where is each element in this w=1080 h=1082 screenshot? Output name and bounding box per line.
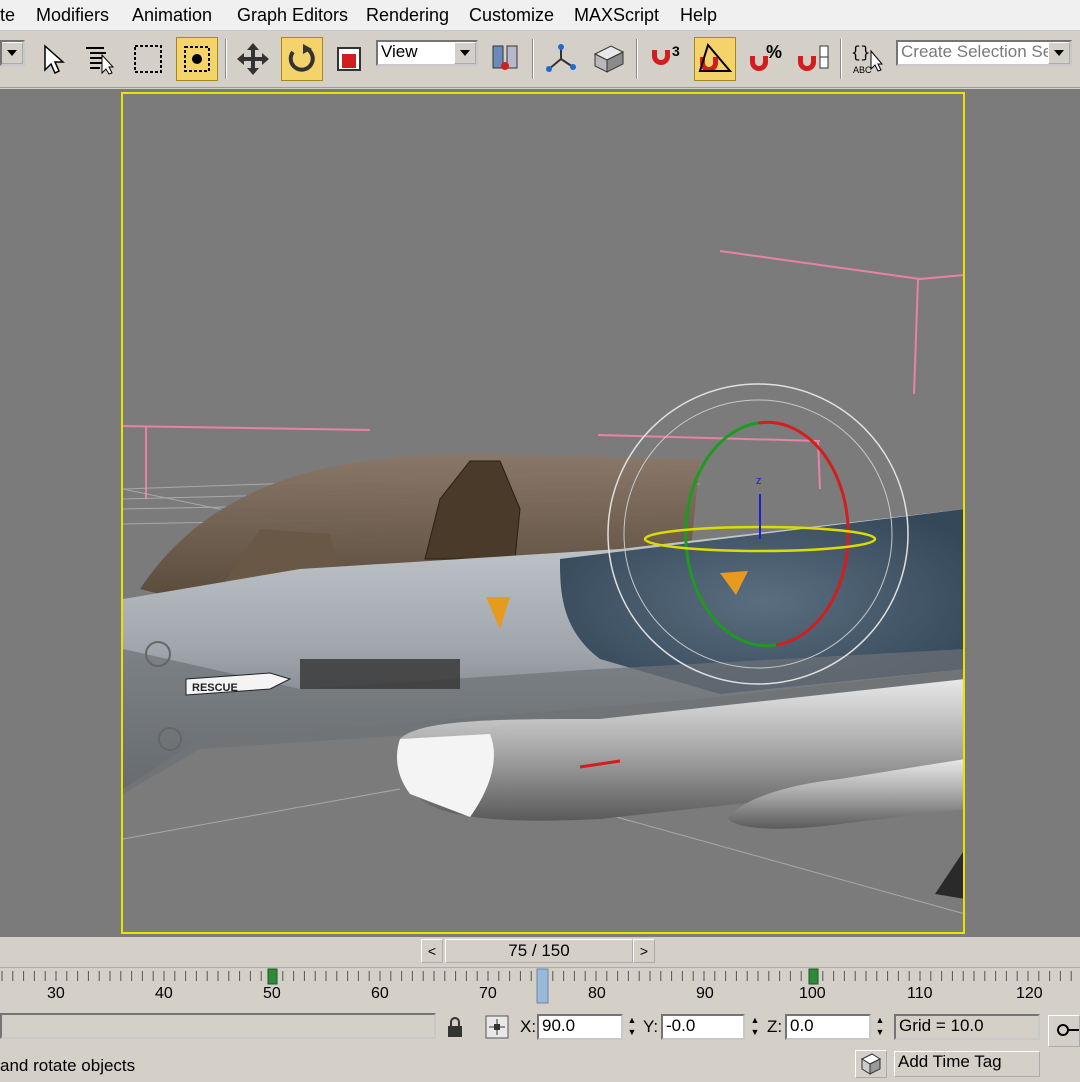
chevron-down-icon: [1048, 42, 1070, 64]
reference-coordinate-value: View: [381, 42, 418, 61]
menu-maxscript[interactable]: MAXScript: [574, 5, 659, 26]
named-selection-set-dropdown[interactable]: Create Selection Set: [896, 40, 1072, 66]
active-viewport-border: [121, 92, 965, 934]
z-coordinate-label: Z:: [767, 1017, 783, 1036]
svg-text:{}: {}: [851, 44, 870, 62]
move-icon[interactable]: [232, 37, 274, 81]
grid-size-display: Grid = 10.0: [894, 1014, 1040, 1040]
keyboard-shortcut-icon[interactable]: [588, 37, 630, 81]
key-marker[interactable]: [267, 968, 278, 985]
track-bar[interactable]: 30 40 50 60 70 80 90 100 110 120: [0, 967, 1080, 1007]
track-tick-label: 60: [371, 985, 389, 1002]
z-coordinate-spinner[interactable]: ▲ ▼: [873, 1014, 887, 1040]
toolbar-separator: [532, 39, 534, 79]
y-coordinate-spinner[interactable]: ▲ ▼: [748, 1014, 762, 1040]
set-key-icon[interactable]: [1048, 1015, 1080, 1047]
rectangular-selection-icon[interactable]: [127, 37, 169, 81]
track-tick-label: 40: [155, 985, 173, 1002]
rotate-icon[interactable]: [281, 37, 323, 81]
perspective-viewport[interactable]: RESCUE z: [0, 89, 1080, 937]
snaps-toggle-icon[interactable]: 3: [644, 37, 686, 81]
track-tick-label: 110: [907, 985, 933, 1002]
toolbar-separator: [840, 39, 842, 79]
menu-bar: te Modifiers Animation Graph Editors Ren…: [0, 0, 1080, 31]
absolute-mode-transform-icon[interactable]: [485, 1015, 509, 1044]
y-coordinate-input[interactable]: -0.0: [661, 1014, 745, 1040]
time-slider-thumb[interactable]: 75 / 150: [445, 939, 633, 963]
menu-modifiers[interactable]: Modifiers: [36, 5, 109, 26]
menu-help[interactable]: Help: [680, 5, 717, 26]
select-by-name-icon[interactable]: [78, 37, 120, 81]
scale-icon[interactable]: [328, 37, 370, 81]
track-tick-label: 50: [263, 985, 281, 1002]
key-marker[interactable]: [808, 968, 819, 985]
track-tick-label: 120: [1016, 985, 1043, 1002]
percent-snap-icon[interactable]: %: [744, 37, 786, 81]
y-coordinate-label: Y:: [643, 1017, 659, 1036]
main-toolbar: View 3 % {} ABC Create Selection Set: [0, 31, 1080, 88]
time-slider-next-button[interactable]: >: [633, 939, 655, 963]
menu-customize[interactable]: Customize: [469, 5, 554, 26]
lock-selection-icon[interactable]: [446, 1016, 464, 1043]
menu-rendering[interactable]: Rendering: [366, 5, 449, 26]
use-pivot-center-icon[interactable]: [484, 37, 526, 81]
selection-status-field: [0, 1013, 436, 1039]
svg-text:3: 3: [672, 43, 680, 59]
angle-snap-icon[interactable]: [694, 37, 736, 81]
track-tick-label: 70: [479, 985, 497, 1002]
menu-animation[interactable]: Animation: [132, 5, 212, 26]
coordinate-status-bar: X: 90.0 ▲ ▼ Y: -0.0 ▲ ▼ Z: 0.0 ▲ ▼ Grid = 1…: [0, 1007, 1080, 1047]
track-tick-label: 100: [799, 985, 826, 1002]
track-tick-label: 80: [588, 985, 606, 1002]
chevron-down-icon: [2, 42, 23, 64]
svg-text:%: %: [766, 42, 782, 62]
time-slider: < 75 / 150 >: [0, 937, 1080, 967]
window-crossing-icon[interactable]: [176, 37, 218, 81]
x-coordinate-spinner[interactable]: ▲ ▼: [625, 1014, 639, 1040]
z-coordinate-input[interactable]: 0.0: [785, 1014, 871, 1040]
prompt-status-bar: and rotate objects Add Time Tag: [0, 1047, 1080, 1080]
select-manipulate-icon[interactable]: [540, 37, 582, 81]
track-tick-label: 90: [696, 985, 714, 1002]
named-selection-icon[interactable]: {} ABC: [846, 37, 888, 81]
time-tag-icon[interactable]: [855, 1050, 887, 1078]
svg-text:ABC: ABC: [853, 65, 872, 75]
menu-create[interactable]: te: [0, 5, 15, 26]
spinner-snap-icon[interactable]: [792, 37, 834, 81]
select-object-icon[interactable]: [32, 37, 74, 81]
current-frame-marker[interactable]: [536, 968, 549, 1004]
add-time-tag-button[interactable]: Add Time Tag: [894, 1051, 1040, 1077]
selection-set-placeholder: Create Selection Set: [901, 42, 1057, 61]
chevron-down-icon: [454, 42, 476, 64]
track-tick-label: 30: [47, 985, 65, 1002]
time-slider-prev-button[interactable]: <: [421, 939, 443, 963]
selection-filter-dropdown[interactable]: [0, 40, 25, 66]
prompt-line-text: and rotate objects: [0, 1056, 136, 1075]
x-coordinate-label: X:: [520, 1017, 537, 1036]
menu-graph-editors[interactable]: Graph Editors: [237, 5, 348, 26]
reference-coordinate-dropdown[interactable]: View: [376, 40, 478, 66]
toolbar-separator: [225, 39, 227, 79]
toolbar-separator: [636, 39, 638, 79]
x-coordinate-input[interactable]: 90.0: [537, 1014, 623, 1040]
